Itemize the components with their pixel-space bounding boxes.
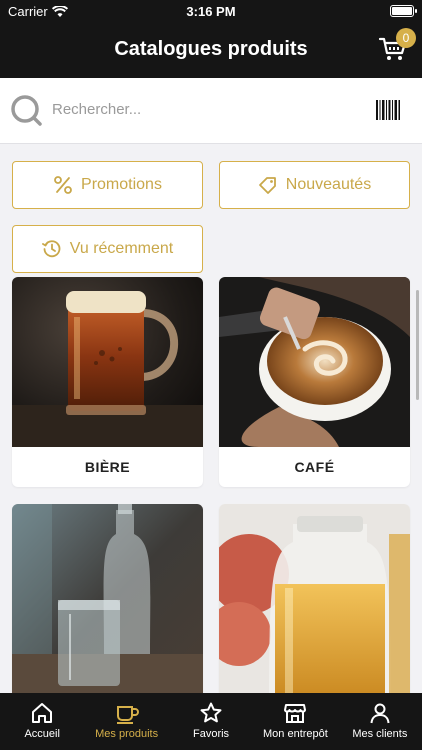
- search-bar: [0, 78, 422, 144]
- coffee-image: [219, 277, 410, 447]
- recently-viewed-label: Vu récemment: [69, 240, 174, 257]
- category-card-water[interactable]: [12, 504, 203, 704]
- tab-clients-label: Mes clients: [352, 728, 408, 740]
- search-input[interactable]: [52, 94, 352, 124]
- battery-icon: [390, 5, 417, 17]
- tab-warehouse-label: Mon entrepôt: [263, 728, 328, 740]
- cup-icon: [116, 706, 139, 724]
- category-card-beer[interactable]: BIÈRE: [12, 277, 203, 487]
- status-bar: Carrier 3:16 PM: [0, 0, 422, 22]
- juice-image: [219, 504, 410, 704]
- category-label-coffee: CAFÉ: [294, 459, 335, 475]
- page-title: Catalogues produits: [114, 38, 308, 60]
- category-card-juice[interactable]: [219, 504, 410, 704]
- cart-button[interactable]: 0: [378, 28, 416, 64]
- category-label-beer: BIÈRE: [84, 459, 131, 475]
- percent-icon: [54, 176, 72, 194]
- tab-favorites[interactable]: Favoris: [169, 693, 253, 750]
- tab-warehouse[interactable]: Mon entrepôt: [253, 693, 337, 750]
- tab-my-products-label: Mes produits: [95, 728, 159, 740]
- clock: 3:16 PM: [186, 4, 236, 19]
- water-image: [12, 504, 203, 704]
- barcode-scan-icon[interactable]: [376, 100, 400, 120]
- beer-image: [12, 277, 203, 447]
- new-products-button[interactable]: Nouveautés: [219, 161, 410, 209]
- cart-badge: 0: [396, 28, 416, 48]
- promotions-label: Promotions: [81, 176, 162, 193]
- tag-icon: [258, 177, 276, 194]
- recently-viewed-button[interactable]: Vu récemment: [12, 225, 203, 273]
- tab-clients[interactable]: Mes clients: [338, 693, 422, 750]
- store-icon: [284, 704, 307, 723]
- history-icon: [41, 240, 61, 258]
- tab-bar: Accueil Mes produits Favoris Mon entrepô…: [0, 693, 422, 750]
- tab-home[interactable]: Accueil: [0, 693, 84, 750]
- tab-home-label: Accueil: [24, 728, 60, 740]
- category-card-coffee[interactable]: CAFÉ: [219, 277, 410, 487]
- scroll-indicator[interactable]: [416, 290, 419, 400]
- tab-favorites-label: Favoris: [192, 728, 230, 740]
- new-products-label: Nouveautés: [285, 176, 372, 193]
- user-icon: [370, 703, 390, 724]
- star-icon: [200, 702, 222, 723]
- top-bar: Carrier 3:16 PM Catalogues produits 0: [0, 0, 422, 78]
- tab-my-products[interactable]: Mes produits: [84, 693, 168, 750]
- promotions-button[interactable]: Promotions: [12, 161, 203, 209]
- search-icon: [11, 95, 42, 126]
- home-icon: [32, 703, 53, 723]
